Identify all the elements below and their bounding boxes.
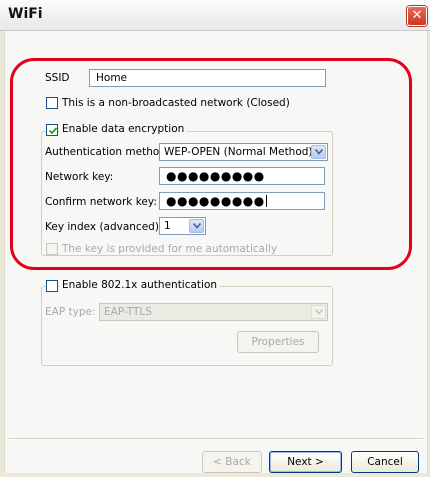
confirm-key-value: ●●●●●●●●●	[166, 194, 265, 208]
nonbroadcast-checkbox[interactable]	[46, 97, 58, 109]
confirm-key-label: Confirm network key:	[45, 196, 157, 208]
encryption-checkbox[interactable]	[46, 124, 58, 136]
next-button[interactable]: Next >	[269, 451, 342, 473]
text-caret	[265, 195, 267, 207]
auth8021x-group	[41, 286, 333, 366]
wifi-dialog: WiFi ✕ SSID Home This is a non-broadcast…	[0, 0, 430, 477]
auth8021x-checkbox[interactable]	[46, 280, 58, 292]
nonbroadcast-label: This is a non-broadcasted network (Close…	[62, 97, 290, 109]
close-icon: ✕	[411, 8, 423, 23]
footer-separator	[9, 438, 423, 440]
eap-type-label: EAP type:	[45, 306, 96, 318]
dialog-body: SSID Home This is a non-broadcasted netw…	[4, 31, 428, 473]
properties-button[interactable]: Properties	[237, 331, 319, 353]
ssid-input[interactable]: Home	[89, 69, 326, 87]
confirm-key-input[interactable]: ●●●●●●●●●	[159, 192, 325, 210]
encryption-label: Enable data encryption	[59, 123, 188, 135]
network-key-label: Network key:	[45, 171, 114, 183]
auth8021x-label: Enable 802.1x authentication	[59, 279, 221, 291]
auth-method-value: WEP-OPEN (Normal Method)	[164, 146, 313, 158]
ssid-label: SSID	[45, 72, 70, 84]
auto-key-label: The key is provided for me automatically	[62, 243, 278, 255]
key-index-value: 1	[164, 220, 171, 232]
chevron-down-icon[interactable]	[311, 145, 326, 159]
key-index-label: Key index (advanced):	[45, 221, 163, 233]
chevron-down-icon[interactable]	[189, 219, 204, 233]
window-title: WiFi	[8, 6, 43, 22]
checkmark-icon	[48, 127, 58, 135]
auto-key-checkbox[interactable]	[46, 243, 58, 255]
back-button[interactable]: < Back	[202, 451, 262, 473]
eap-type-value: EAP-TTLS	[104, 306, 152, 318]
key-index-select[interactable]: 1	[159, 217, 206, 235]
network-key-input[interactable]: ●●●●●●●●●	[159, 167, 325, 185]
eap-type-select[interactable]: EAP-TTLS	[99, 303, 328, 321]
close-button[interactable]: ✕	[407, 6, 427, 26]
cancel-button[interactable]: Cancel	[351, 451, 419, 473]
auth-method-label: Authentication method:	[45, 146, 170, 158]
title-bar: WiFi ✕	[0, 0, 430, 31]
auth-method-select[interactable]: WEP-OPEN (Normal Method)	[159, 143, 328, 161]
chevron-down-icon[interactable]	[311, 305, 326, 319]
